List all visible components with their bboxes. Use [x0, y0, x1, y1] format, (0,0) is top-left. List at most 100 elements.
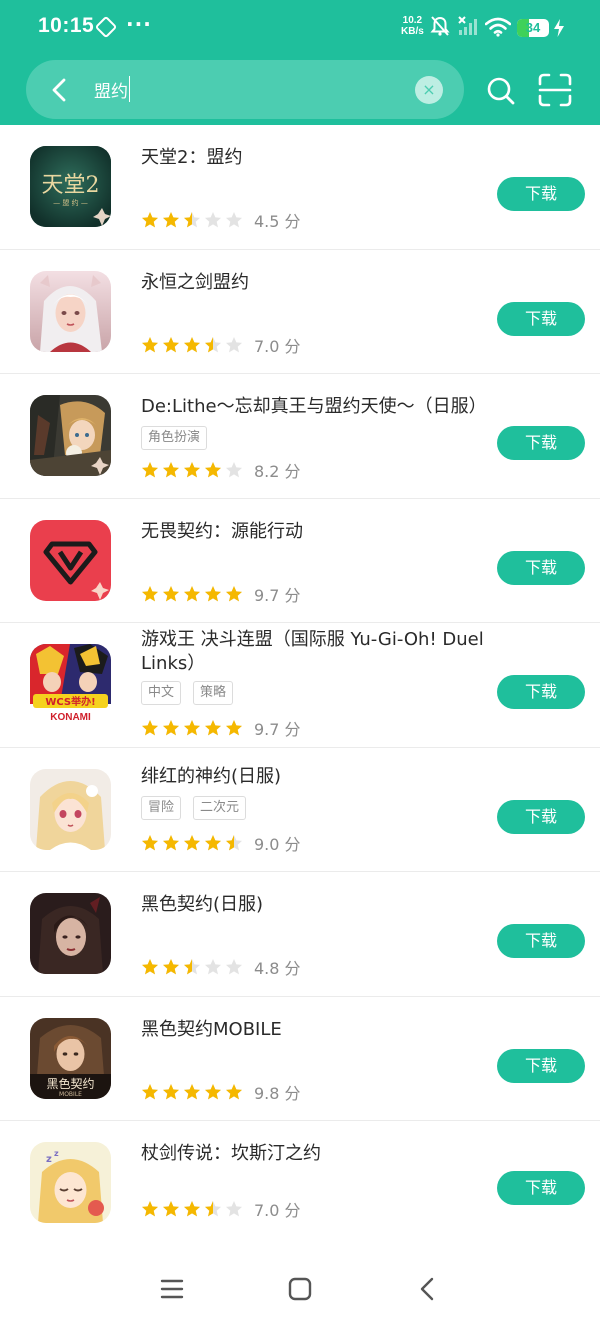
sleeping-girl-icon[interactable]: z z [30, 1142, 111, 1223]
status-time: 10:15 [38, 14, 95, 37]
download-button[interactable]: 下载 [497, 177, 585, 211]
app-name[interactable]: De:Lithe～忘却真王与盟约天使～（日服） [141, 395, 487, 419]
rating: 7.0 分 [141, 1197, 301, 1221]
back-icon[interactable] [412, 1273, 444, 1305]
network-speed-unit: KB/s [401, 26, 424, 37]
star-full-icon [205, 720, 221, 736]
rating-score: 9.0 分 [254, 834, 301, 854]
list-item[interactable]: 永恒之剑盟约 7.0 分 下载 [0, 250, 600, 374]
star-empty-icon [226, 462, 242, 478]
app-name[interactable]: 游戏王 决斗连盟（国际服 Yu-Gi-Oh! Duel Links） [141, 628, 486, 676]
svg-text:z: z [54, 1149, 59, 1158]
back-arrow-icon[interactable] [40, 70, 80, 110]
star-full-icon [226, 1083, 242, 1099]
list-item[interactable]: 黑色契约 MOBILE 黑色契约MOBILE 9.8 分 下载 [0, 997, 600, 1121]
rating-score: 7.0 分 [254, 1201, 301, 1220]
star-full-icon [163, 1083, 179, 1099]
yugioh-icon[interactable]: WCS举办! KONAMI [30, 644, 111, 725]
app-name[interactable]: 天堂2：盟约 [141, 146, 486, 170]
star-empty-icon [226, 1201, 242, 1217]
list-item[interactable]: 黑色契约(日服) 4.8 分 下载 [0, 872, 600, 997]
app-name[interactable]: 绯红的神约(日服) [141, 765, 486, 789]
menu-icon[interactable] [156, 1273, 188, 1305]
list-item[interactable]: De:Lithe～忘却真王与盟约天使～（日服） 角色扮演 8.2 分 下载 [0, 374, 600, 499]
star-rating [141, 1083, 243, 1101]
star-full-icon [142, 1201, 158, 1217]
star-rating [141, 461, 243, 479]
star-full-icon [163, 585, 179, 601]
download-button[interactable]: 下载 [497, 799, 585, 834]
notification-diamond-icon [94, 15, 118, 39]
list-item[interactable]: 无畏契约：源能行动 9.7 分 下载 [0, 499, 600, 623]
rating-score: 8.2 分 [254, 462, 301, 481]
rating: 9.0 分 [141, 831, 301, 855]
lineage2-icon[interactable]: 天堂2 — 盟 约 — [30, 146, 111, 227]
rating: 7.0 分 [141, 333, 301, 357]
star-full-icon [163, 834, 179, 850]
rating-score: 4.5 分 [254, 212, 301, 231]
list-item[interactable]: 绯红的神约(日服) 冒险 二次元 9.0 分 下载 [0, 748, 600, 872]
delithe-icon[interactable] [30, 395, 111, 476]
home-icon[interactable] [284, 1273, 316, 1305]
rating-score: 9.7 分 [254, 585, 301, 605]
dark-woman-icon[interactable] [30, 893, 111, 974]
anime-girl-icon[interactable] [30, 270, 111, 352]
more-notifications-icon: ··· [126, 12, 152, 36]
star-full-icon [184, 1201, 200, 1217]
star-full-icon [205, 462, 221, 478]
download-button[interactable]: 下载 [497, 924, 585, 958]
tag: 中文 [141, 681, 182, 705]
list-item[interactable]: WCS举办! KONAMI 游戏王 决斗连盟（国际服 Yu-Gi-Oh! Due… [0, 623, 600, 748]
star-rating [141, 336, 243, 354]
blonde-girl-icon[interactable] [30, 768, 111, 850]
rating-score: 9.8 分 [254, 1083, 301, 1103]
app-name[interactable]: 黑色契约(日服) [141, 893, 486, 917]
app-name[interactable]: 无畏契约：源能行动 [141, 520, 486, 544]
valorant-icon[interactable] [30, 519, 111, 601]
download-button[interactable]: 下载 [497, 301, 585, 336]
app-name[interactable]: 杖剑传说：坎斯汀之约 [141, 1142, 486, 1166]
text-caret [129, 76, 130, 102]
search-icon[interactable] [484, 74, 518, 108]
star-half-icon [226, 834, 242, 850]
download-button[interactable]: 下载 [497, 1171, 585, 1205]
star-full-icon [226, 720, 242, 736]
black-contract-mobile-icon[interactable]: 黑色契约 MOBILE [30, 1017, 111, 1099]
star-full-icon [142, 336, 158, 352]
star-full-icon [142, 212, 158, 228]
star-full-icon [142, 585, 158, 601]
download-button[interactable]: 下载 [497, 426, 585, 460]
clear-icon[interactable]: × [415, 76, 443, 104]
star-rating [141, 958, 243, 976]
download-button[interactable]: 下载 [497, 550, 585, 585]
battery-indicator: 34 [517, 19, 549, 37]
star-empty-icon [205, 959, 221, 975]
download-button[interactable]: 下载 [497, 675, 585, 709]
star-rating [141, 719, 243, 737]
star-empty-icon [226, 336, 242, 352]
star-full-icon [163, 1201, 179, 1217]
star-empty-icon [205, 212, 221, 228]
rating-score: 9.7 分 [254, 720, 301, 739]
star-full-icon [163, 462, 179, 478]
star-rating [141, 1200, 243, 1218]
star-half-icon [184, 212, 200, 228]
search-results-list: 天堂2 — 盟 约 — 天堂2：盟约 4.5 分 下载 永恒之剑盟约 7.0 分… [0, 125, 600, 1246]
app-name[interactable]: 永恒之剑盟约 [141, 271, 486, 295]
app-name[interactable]: 黑色契约MOBILE [141, 1018, 486, 1042]
star-full-icon [142, 834, 158, 850]
tag: 策略 [193, 681, 234, 705]
list-item[interactable]: z z 杖剑传说：坎斯汀之约 7.0 分 下载 [0, 1121, 600, 1246]
star-rating [141, 834, 243, 852]
list-item[interactable]: 天堂2 — 盟 约 — 天堂2：盟约 4.5 分 下载 [0, 125, 600, 250]
battery-level: 34 [525, 20, 541, 35]
download-button[interactable]: 下载 [497, 1048, 585, 1083]
rating-score: 7.0 分 [254, 336, 301, 356]
svg-text:z: z [46, 1154, 52, 1165]
scan-icon[interactable] [537, 72, 573, 108]
star-empty-icon [226, 959, 242, 975]
star-empty-icon [226, 212, 242, 228]
search-input[interactable] [94, 72, 394, 106]
star-full-icon [205, 834, 221, 850]
yugioh-badge: WCS举办! [45, 695, 95, 708]
